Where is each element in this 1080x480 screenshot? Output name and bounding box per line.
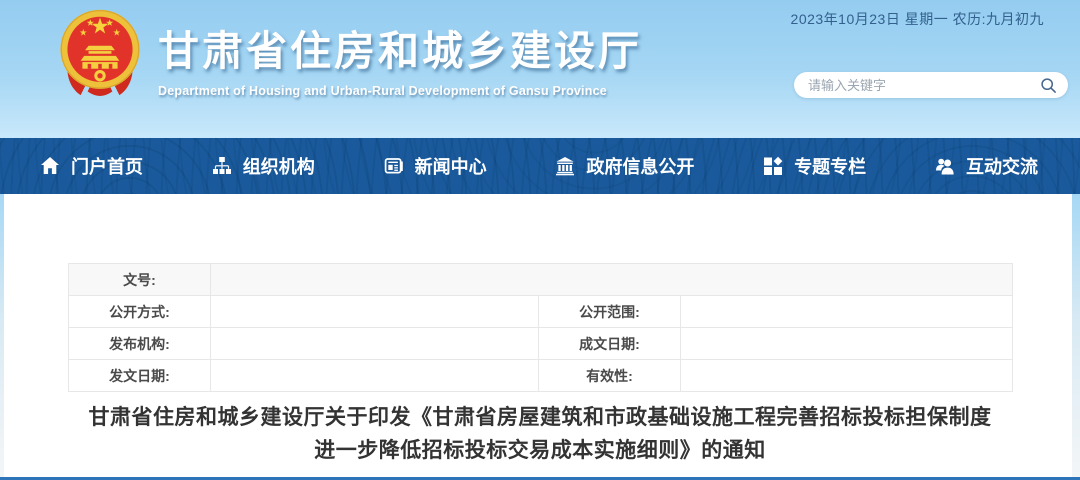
meta-value	[679, 359, 1014, 392]
site-title: 甘肃省住房和城乡建设厅	[158, 28, 642, 74]
meta-value	[209, 263, 1014, 296]
document-title: 甘肃省住房和城乡建设厅关于印发《甘肃省房屋建筑和市政基础设施工程完善招标投标担保…	[88, 406, 992, 462]
newspaper-icon	[384, 158, 403, 174]
national-emblem-icon	[60, 9, 140, 96]
brand-text: 甘肃省住房和城乡建设厅 Department of Housing and Ur…	[158, 7, 642, 98]
date-line: 2023年10月23日 星期一 农历:九月初九	[790, 11, 1044, 27]
search-icon[interactable]	[1040, 77, 1057, 94]
nav-item-label: 政府信息公开	[586, 157, 695, 177]
nav-item-label: 专题专栏	[794, 157, 867, 177]
meta-label: 文号:	[68, 263, 211, 296]
nav-item-label: 门户首页	[71, 157, 143, 177]
topics-grid-icon	[764, 156, 783, 175]
nav-item-topics[interactable]: 专题专栏	[763, 153, 866, 179]
home-icon	[41, 157, 59, 174]
meta-label: 成文日期:	[538, 327, 681, 360]
meta-label: 公开方式:	[68, 295, 211, 328]
meta-value	[679, 327, 1014, 360]
search-input[interactable]	[808, 77, 1040, 93]
table-row: 公开方式: 公开范围:	[68, 295, 1014, 328]
gov-building-icon	[556, 157, 575, 176]
site-title-english: Department of Housing and Urban-Rural De…	[158, 84, 607, 98]
meta-value	[210, 327, 539, 360]
nav-item-home[interactable]: 门户首页	[40, 153, 143, 179]
search-box[interactable]	[794, 72, 1068, 98]
nav-item-gov-info[interactable]: 政府信息公开	[555, 153, 694, 179]
site-brand: 甘肃省住房和城乡建设厅 Department of Housing and Ur…	[56, 7, 642, 111]
meta-label: 发布机构:	[68, 327, 211, 360]
meta-label: 有效性:	[538, 359, 681, 392]
nav-item-label: 互动交流	[965, 157, 1038, 177]
table-row: 文号:	[68, 263, 1014, 296]
table-row: 发布机构: 成文日期:	[68, 327, 1014, 360]
nav-item-label: 新闻中心	[414, 157, 487, 177]
nav-item-label: 组织机构	[242, 157, 315, 177]
sitemap-icon	[212, 157, 231, 174]
table-row: 发文日期: 有效性:	[68, 359, 1014, 392]
meta-value	[679, 295, 1014, 328]
nav-item-organization[interactable]: 组织机构	[212, 153, 315, 179]
nav-item-interaction[interactable]: 互动交流	[935, 153, 1038, 179]
meta-value	[210, 295, 539, 328]
page-root: 2023年10月23日 星期一 农历:九月初九 甘肃省住房和城乡建设厅 Depa…	[0, 0, 1080, 480]
nav-item-news[interactable]: 新闻中心	[384, 153, 487, 179]
main-nav: 门户首页 组织机构 新闻中心 政府信息公开 专题专栏 互动交流	[0, 138, 1080, 194]
content-area: 文号: 公开方式: 公开范围: 发布机构: 成文日期: 发文日期: 有效性: 甘…	[0, 194, 1080, 480]
document-meta-table: 文号: 公开方式: 公开范围: 发布机构: 成文日期: 发文日期: 有效性:	[68, 263, 1014, 392]
meta-label: 发文日期:	[68, 359, 211, 392]
people-icon	[935, 158, 954, 175]
meta-value	[210, 359, 539, 392]
site-header: 2023年10月23日 星期一 农历:九月初九 甘肃省住房和城乡建设厅 Depa…	[0, 0, 1080, 138]
meta-label: 公开范围:	[538, 295, 681, 328]
